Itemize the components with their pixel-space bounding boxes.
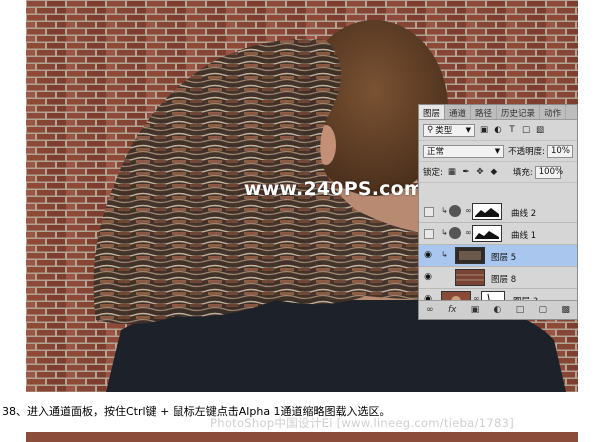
lock-all-icon[interactable]: ◆ bbox=[489, 167, 499, 177]
lock-paint-icon[interactable]: ✒ bbox=[461, 167, 471, 177]
clip-arrow-icon: ↳ bbox=[441, 228, 448, 237]
layer-name: 图层 8 bbox=[491, 275, 517, 285]
new-layer-icon[interactable]: ▢ bbox=[539, 305, 548, 315]
fx-icon[interactable]: fx bbox=[448, 305, 457, 315]
add-mask-icon[interactable]: ▣ bbox=[471, 305, 480, 315]
layer-name: 图层 5 bbox=[491, 253, 517, 263]
tab-paths[interactable]: 路径 bbox=[471, 105, 498, 119]
tab-channels[interactable]: 通道 bbox=[445, 105, 472, 119]
link-icon: ∞ bbox=[465, 206, 472, 215]
layer-row-curves-1[interactable]: ↳ ∞ 曲线 1 bbox=[419, 223, 577, 245]
link-layers-icon[interactable]: ∞ bbox=[426, 305, 434, 315]
lock-row: 锁定: ▦ ✒ ✥ ◆ 填充: 100% bbox=[419, 162, 577, 183]
blend-mode-select[interactable]: 正常 ▼ bbox=[423, 144, 505, 158]
layer-name: 曲线 2 bbox=[511, 209, 537, 219]
chevron-down-icon: ▼ bbox=[465, 126, 471, 134]
tab-history[interactable]: 历史记录 bbox=[497, 105, 541, 119]
adjustment-filter-icon[interactable]: ◐ bbox=[493, 125, 503, 135]
image-filter-icon[interactable]: ▣ bbox=[479, 125, 489, 135]
new-group-icon[interactable]: □ bbox=[516, 305, 525, 315]
next-image-strip bbox=[26, 432, 578, 442]
clip-arrow-icon: ↳ bbox=[441, 206, 448, 215]
filter-row: ⚲ 类型 ▼ ▣ ◐ T □ ▧ bbox=[419, 120, 577, 141]
fill-input[interactable]: 100% bbox=[534, 165, 564, 179]
new-adjustment-icon[interactable]: ◐ bbox=[494, 305, 502, 315]
layers-list: ↳ ∞ 曲线 2 ↳ ∞ 曲线 1 ◉ ↳ 图层 5 ◉ 图层 8 ◉ ∞ bbox=[419, 201, 577, 311]
smart-object-filter-icon[interactable]: ▧ bbox=[535, 125, 545, 135]
tab-layers[interactable]: 图层 bbox=[419, 105, 446, 119]
chevron-down-icon: ▼ bbox=[494, 147, 501, 155]
panel-tabs: 图层 通道 路径 历史记录 动作 bbox=[419, 105, 577, 120]
blend-row: 正常 ▼ 不透明度: 10% bbox=[419, 141, 577, 162]
layer-thumbnail[interactable] bbox=[455, 247, 485, 264]
tab-actions[interactable]: 动作 bbox=[540, 105, 567, 119]
eye-icon[interactable]: ◉ bbox=[422, 272, 434, 283]
opacity-input[interactable]: 10% bbox=[547, 144, 573, 158]
panel-bottom-bar: ∞ fx ▣ ◐ □ ▢ ▩ bbox=[419, 300, 577, 319]
fill-label: 填充: bbox=[512, 168, 533, 178]
layer-thumbnail[interactable] bbox=[455, 269, 485, 286]
lock-position-icon[interactable]: ✥ bbox=[475, 167, 485, 177]
shape-filter-icon[interactable]: □ bbox=[521, 125, 531, 135]
layer-row-layer-8[interactable]: ◉ 图层 8 bbox=[419, 267, 577, 289]
fill-value: 100% bbox=[538, 167, 564, 177]
layer-row-curves-2[interactable]: ↳ ∞ 曲线 2 bbox=[419, 201, 577, 223]
layer-mask-thumbnail[interactable] bbox=[472, 225, 502, 242]
blend-mode-value: 正常 bbox=[427, 147, 445, 157]
trash-icon[interactable]: ▩ bbox=[561, 305, 570, 315]
footer-watermark: PhotoShop中国设计Ei [www.lineeg.com/tieba/17… bbox=[210, 416, 515, 430]
visibility-toggle-off[interactable] bbox=[424, 207, 434, 217]
type-filter-icon[interactable]: T bbox=[507, 125, 517, 135]
adjustment-icon bbox=[449, 227, 461, 239]
eye-icon[interactable]: ◉ bbox=[422, 250, 434, 261]
visibility-toggle-off[interactable] bbox=[424, 229, 434, 239]
layers-panel: 图层 通道 路径 历史记录 动作 ⚲ 类型 ▼ ▣ ◐ T □ ▧ 正常 ▼ 不… bbox=[418, 104, 578, 320]
watermark-text: www.240PS.com bbox=[244, 178, 424, 200]
adjustment-icon bbox=[449, 205, 461, 217]
filter-select[interactable]: ⚲ 类型 ▼ bbox=[423, 123, 475, 137]
lock-label: 锁定: bbox=[423, 168, 443, 178]
layer-mask-thumbnail[interactable] bbox=[472, 203, 502, 220]
layer-name: 曲线 1 bbox=[511, 231, 537, 241]
opacity-label: 不透明度: bbox=[508, 147, 545, 157]
opacity-value: 10% bbox=[551, 146, 570, 156]
layer-row-layer-5[interactable]: ◉ ↳ 图层 5 bbox=[419, 245, 577, 267]
filter-label: 类型 bbox=[435, 126, 453, 136]
search-icon: ⚲ bbox=[427, 125, 434, 135]
link-icon: ∞ bbox=[465, 228, 472, 237]
lock-transparent-icon[interactable]: ▦ bbox=[447, 167, 457, 177]
clip-arrow-icon: ↳ bbox=[441, 250, 448, 259]
